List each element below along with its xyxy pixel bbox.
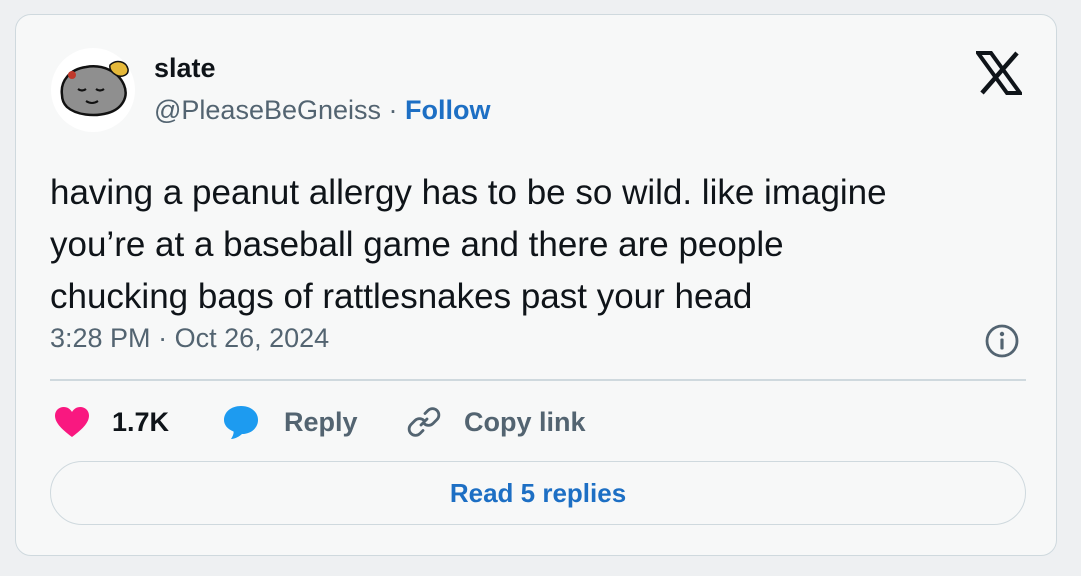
heart-icon <box>55 407 89 437</box>
author-handle[interactable]: @PleaseBeGneiss <box>154 95 381 125</box>
tweet-card: slate @PleaseBeGneiss · Follow having a … <box>15 14 1057 556</box>
follow-link[interactable]: Follow <box>405 95 490 125</box>
speech-bubble-icon <box>224 406 258 439</box>
handle-separator: · <box>381 95 406 125</box>
tweet-text-line: you’re at a baseball game and there are … <box>50 225 784 264</box>
read-replies-button[interactable]: Read 5 replies <box>50 461 1026 525</box>
avatar[interactable] <box>50 47 136 133</box>
x-logo-icon[interactable] <box>976 51 1022 95</box>
tweet-time[interactable]: 3:28 PM <box>50 323 151 353</box>
info-icon[interactable] <box>984 323 1020 359</box>
tweet-text-line: chucking bags of rattlesnakes past your … <box>50 277 753 316</box>
tweet-text-line: having a peanut allergy has to be so wil… <box>50 173 887 212</box>
author-handle-row: @PleaseBeGneiss · Follow <box>154 95 491 126</box>
link-icon <box>407 407 441 437</box>
copy-link-button[interactable]: Copy link <box>406 404 586 440</box>
timestamp-separator: · <box>150 323 175 353</box>
reply-button[interactable]: Reply <box>222 404 358 440</box>
divider <box>50 379 1026 381</box>
like-button[interactable]: 1.7K <box>54 404 169 440</box>
author-name[interactable]: slate <box>154 53 216 84</box>
tweet-text: having a peanut allergy has to be so wil… <box>50 167 1010 323</box>
reply-label: Reply <box>284 406 358 437</box>
copy-link-label: Copy link <box>464 406 586 437</box>
tweet-timestamp[interactable]: 3:28 PM · Oct 26, 2024 <box>50 323 329 354</box>
like-count: 1.7K <box>112 406 170 437</box>
tweet-date[interactable]: Oct 26, 2024 <box>175 323 330 353</box>
